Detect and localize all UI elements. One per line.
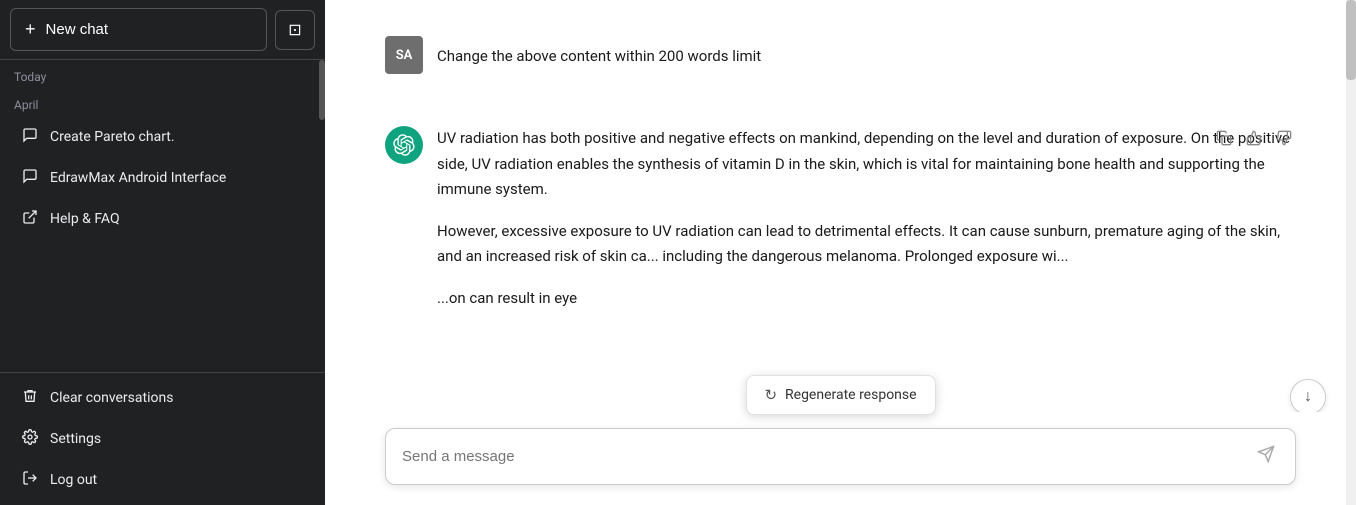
ai-paragraph-2: However, excessive exposure to UV radiat… (437, 219, 1296, 270)
ai-message-text: UV radiation has both positive and negat… (437, 126, 1296, 311)
trash-icon (20, 388, 40, 408)
sidebar-item-log-out[interactable]: Log out (6, 460, 319, 500)
main-content: SA Change the above content within 200 w… (325, 0, 1356, 505)
sidebar-item-clear-conversations[interactable]: Clear conversations (6, 378, 319, 418)
logout-icon (20, 470, 40, 490)
gear-icon (20, 429, 40, 449)
create-pareto-label: Create Pareto chart. (50, 129, 175, 145)
help-faq-label: Help & FAQ (50, 211, 120, 227)
sidebar-top: + New chat ⊡ (0, 0, 325, 60)
copy-icon (1216, 133, 1232, 150)
log-out-label: Log out (50, 472, 97, 488)
sidebar-item-settings[interactable]: Settings (6, 419, 319, 459)
ai-message: UV radiation has both positive and negat… (385, 110, 1296, 327)
regenerate-tooltip[interactable]: ↻ Regenerate response (745, 375, 935, 415)
sidebar-item-help-faq[interactable]: Help & FAQ (6, 199, 319, 239)
send-button[interactable] (1253, 441, 1279, 472)
thumbs-down-button[interactable] (1272, 126, 1296, 155)
scroll-bottom-button[interactable]: ↓ (1290, 379, 1326, 415)
new-chat-label: New chat (46, 21, 109, 38)
scroll-down-arrow-icon: ↓ (1304, 388, 1312, 406)
april-label: April (0, 88, 325, 116)
settings-label: Settings (50, 431, 101, 447)
regenerate-label: Regenerate response (785, 387, 917, 403)
thumbs-up-button[interactable] (1242, 126, 1266, 155)
right-scrollbar (1346, 0, 1356, 505)
thumbs-down-icon (1276, 133, 1292, 150)
regenerate-icon: ↻ (764, 386, 777, 404)
collapse-icon: ⊡ (288, 20, 301, 40)
chat-bubble-icon (20, 127, 40, 147)
copy-button[interactable] (1212, 126, 1236, 155)
user-avatar: SA (385, 36, 423, 74)
input-area (325, 412, 1356, 505)
chat-bubble-icon-2 (20, 168, 40, 188)
today-label: Today (0, 60, 325, 88)
sidebar-scroll: Today April Create Pareto chart. EdrawMa… (0, 60, 325, 372)
sidebar-bottom: Clear conversations Settings Log out (0, 372, 325, 505)
ai-message-content: UV radiation has both positive and negat… (437, 126, 1296, 311)
plus-icon: + (25, 19, 36, 40)
sidebar-item-edrawmax[interactable]: EdrawMax Android Interface (6, 158, 319, 198)
sidebar-collapse-button[interactable]: ⊡ (275, 10, 315, 50)
ai-paragraph-1: UV radiation has both positive and negat… (437, 126, 1296, 203)
new-chat-button[interactable]: + New chat (10, 8, 267, 51)
input-container (385, 428, 1296, 485)
clear-conversations-label: Clear conversations (50, 390, 173, 406)
edrawmax-label: EdrawMax Android Interface (50, 170, 226, 186)
ai-avatar (385, 126, 423, 164)
ai-paragraph-3: ...on can result in eye (437, 286, 1296, 312)
message-input[interactable] (402, 448, 1243, 465)
send-icon (1257, 445, 1275, 468)
thumbs-up-icon (1246, 133, 1262, 150)
message-actions (1212, 126, 1296, 155)
right-scrollbar-thumb (1346, 0, 1356, 80)
user-message: SA Change the above content within 200 w… (385, 20, 1296, 90)
sidebar-item-create-pareto[interactable]: Create Pareto chart. (6, 117, 319, 157)
openai-logo-icon (393, 134, 415, 156)
external-link-icon (20, 209, 40, 229)
user-message-text: Change the above content within 200 word… (437, 36, 761, 68)
sidebar: + New chat ⊡ Today April Create Pareto c… (0, 0, 325, 505)
chat-area: SA Change the above content within 200 w… (325, 0, 1356, 412)
